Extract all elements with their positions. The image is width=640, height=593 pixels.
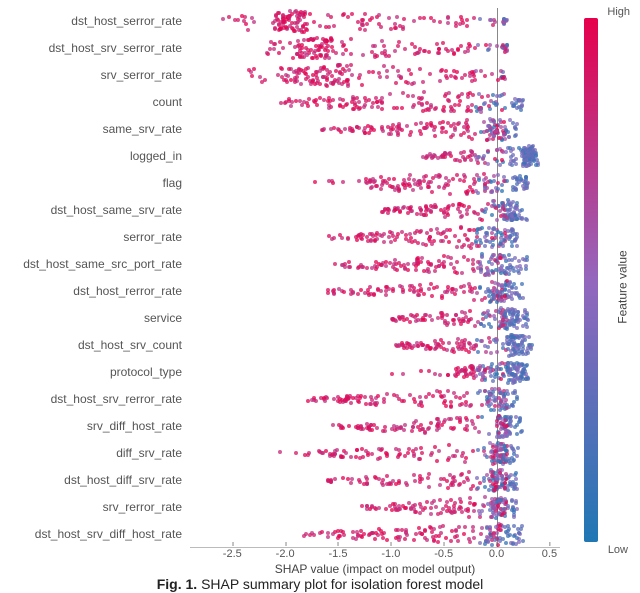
feature-label: diff_srv_rate <box>116 440 182 467</box>
feature-row: dst_host_same_srv_rate <box>190 197 560 224</box>
feature-label: dst_host_same_src_port_rate <box>23 251 182 278</box>
feature-row: srv_serror_rate <box>190 62 560 89</box>
feature-label: dst_host_serror_rate <box>71 8 182 35</box>
feature-row: dst_host_diff_srv_rate <box>190 467 560 494</box>
x-tick: -0.5 <box>434 548 453 560</box>
feature-row: service <box>190 305 560 332</box>
feature-row: dst_host_srv_rerror_rate <box>190 386 560 413</box>
figure-caption: Fig. 1. SHAP summary plot for isolation … <box>0 576 640 592</box>
colorbar-high-label: High <box>607 6 630 18</box>
x-tick: -1.5 <box>329 548 348 560</box>
x-tick: -2.0 <box>276 548 295 560</box>
caption-text: SHAP summary plot for isolation forest m… <box>197 576 483 592</box>
feature-row: srv_rerror_rate <box>190 494 560 521</box>
beeswarm <box>190 170 560 197</box>
beeswarm <box>190 305 560 332</box>
feature-label: protocol_type <box>110 359 182 386</box>
feature-label: service <box>144 305 182 332</box>
beeswarm <box>190 386 560 413</box>
x-tick: 0.0 <box>489 548 504 560</box>
beeswarm <box>190 359 560 386</box>
beeswarm <box>190 224 560 251</box>
shap-summary-figure: dst_host_serror_ratedst_host_srv_serror_… <box>0 0 640 593</box>
feature-row: serror_rate <box>190 224 560 251</box>
plot-area: dst_host_serror_ratedst_host_srv_serror_… <box>190 8 560 548</box>
feature-label: same_srv_rate <box>103 116 182 143</box>
feature-label: dst_host_srv_serror_rate <box>49 35 182 62</box>
beeswarm <box>190 8 560 35</box>
feature-row: dst_host_serror_rate <box>190 8 560 35</box>
feature-row: dst_host_srv_diff_host_rate <box>190 521 560 548</box>
x-tick: -1.0 <box>381 548 400 560</box>
feature-label: serror_rate <box>123 224 182 251</box>
feature-row: dst_host_srv_count <box>190 332 560 359</box>
feature-row: srv_diff_host_rate <box>190 413 560 440</box>
beeswarm <box>190 251 560 278</box>
feature-label: dst_host_srv_count <box>78 332 182 359</box>
feature-row: diff_srv_rate <box>190 440 560 467</box>
feature-row: dst_host_same_src_port_rate <box>190 251 560 278</box>
feature-label: srv_serror_rate <box>101 62 182 89</box>
colorbar-low-label: Low <box>608 544 628 556</box>
beeswarm <box>190 521 560 548</box>
colorbar <box>584 18 598 542</box>
feature-row: protocol_type <box>190 359 560 386</box>
beeswarm <box>190 440 560 467</box>
feature-row: flag <box>190 170 560 197</box>
feature-row: same_srv_rate <box>190 116 560 143</box>
x-axis-label: SHAP value (impact on model output) <box>190 562 560 576</box>
feature-label: count <box>153 89 182 116</box>
feature-row: logged_in <box>190 143 560 170</box>
feature-label: flag <box>163 170 182 197</box>
beeswarm <box>190 116 560 143</box>
beeswarm <box>190 494 560 521</box>
beeswarm <box>190 413 560 440</box>
beeswarm <box>190 89 560 116</box>
beeswarm <box>190 35 560 62</box>
feature-label: logged_in <box>130 143 182 170</box>
beeswarm <box>190 332 560 359</box>
x-tick: -2.5 <box>223 548 242 560</box>
feature-label: dst_host_srv_diff_host_rate <box>35 521 182 548</box>
beeswarm <box>190 197 560 224</box>
feature-label: dst_host_same_srv_rate <box>51 197 182 224</box>
feature-label: dst_host_rerror_rate <box>73 278 182 305</box>
feature-row: dst_host_srv_serror_rate <box>190 35 560 62</box>
beeswarm <box>190 143 560 170</box>
feature-label: dst_host_diff_srv_rate <box>64 467 182 494</box>
colorbar-axis-label: Feature value <box>615 250 629 323</box>
beeswarm <box>190 467 560 494</box>
feature-row: count <box>190 89 560 116</box>
x-tick: 0.5 <box>542 548 557 560</box>
feature-row: dst_host_rerror_rate <box>190 278 560 305</box>
caption-prefix: Fig. 1. <box>157 576 197 592</box>
beeswarm <box>190 62 560 89</box>
feature-label: srv_diff_host_rate <box>87 413 182 440</box>
feature-label: dst_host_srv_rerror_rate <box>51 386 182 413</box>
beeswarm <box>190 278 560 305</box>
feature-label: srv_rerror_rate <box>103 494 182 521</box>
